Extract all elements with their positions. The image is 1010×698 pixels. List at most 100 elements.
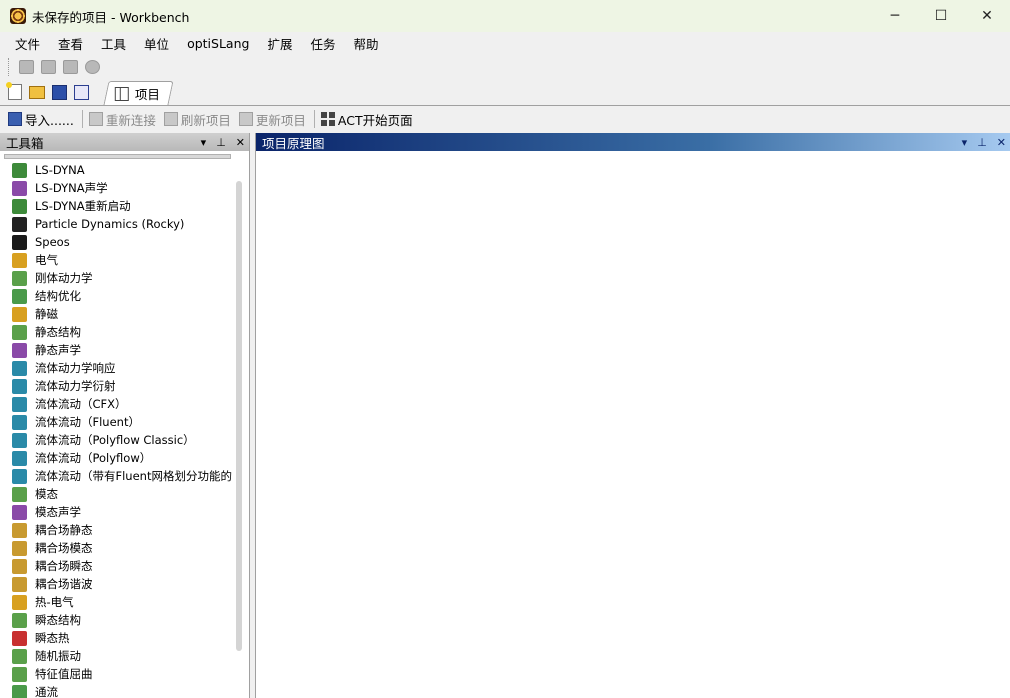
close-button[interactable]: ✕ <box>964 0 1010 32</box>
menu-extensions[interactable]: 扩展 <box>258 34 301 53</box>
menu-view[interactable]: 查看 <box>49 34 92 53</box>
list-item-label: 静磁 <box>35 307 58 321</box>
save-icon[interactable] <box>50 83 68 101</box>
list-item[interactable]: 静态结构 <box>12 323 232 341</box>
list-item-label: 耦合场模态 <box>35 541 93 555</box>
list-item[interactable]: 模态声学 <box>12 503 232 521</box>
refresh-icon <box>163 112 178 126</box>
fluent-meshing-icon <box>12 468 27 484</box>
new-file-icon[interactable] <box>6 82 24 101</box>
menu-optislang[interactable]: optiSLang <box>178 36 258 51</box>
magnetostatic-icon <box>12 306 27 322</box>
list-item[interactable]: 耦合场瞬态 <box>12 557 232 575</box>
list-item[interactable]: 耦合场谐波 <box>12 575 232 593</box>
dropdown-icon[interactable]: ▾ <box>201 136 207 149</box>
list-item[interactable]: 耦合场模态 <box>12 539 232 557</box>
list-item[interactable]: 静磁 <box>12 305 232 323</box>
coupled-transient-icon <box>12 558 27 574</box>
list-item-label: 模态声学 <box>35 505 81 519</box>
list-item[interactable]: 随机振动 <box>12 647 232 665</box>
maximize-button[interactable]: ☐ <box>918 0 964 32</box>
close-icon[interactable]: ✕ <box>997 136 1006 149</box>
list-item[interactable]: 特征值屈曲 <box>12 665 232 683</box>
project-schematic-panel[interactable]: 项目原理图 ▾ ⊥ ✕ <box>255 133 1010 698</box>
ls-dyna-icon <box>12 162 27 178</box>
menu-jobs[interactable]: 任务 <box>301 34 344 53</box>
list-item[interactable]: 瞬态结构 <box>12 611 232 629</box>
polyflow-classic-icon <box>12 432 27 448</box>
random-vibration-icon <box>12 648 27 664</box>
rocky-icon <box>12 216 27 232</box>
refresh-project-button[interactable]: 刷新项目 <box>163 110 231 129</box>
list-item[interactable]: Speos <box>12 233 232 251</box>
list-item[interactable]: 流体流动（带有Fluent网格划分功能的 <box>12 467 232 485</box>
list-item[interactable]: LS-DYNA重新启动 <box>12 197 232 215</box>
list-item[interactable]: LS-DYNA <box>12 161 232 179</box>
list-item-label: 模态 <box>35 487 58 501</box>
dropdown-icon[interactable]: ▾ <box>962 136 968 149</box>
list-item[interactable]: 瞬态热 <box>12 629 232 647</box>
ls-dyna-restart-icon <box>12 198 27 214</box>
list-item[interactable]: 耦合场静态 <box>12 521 232 539</box>
pin-icon[interactable]: ⊥ <box>216 136 226 149</box>
menu-tools[interactable]: 工具 <box>92 34 135 53</box>
reconnect-button[interactable]: 重新连接 <box>88 110 156 129</box>
list-item[interactable]: 通流 <box>12 683 232 698</box>
window-controls: ─ ☐ ✕ <box>872 0 1010 32</box>
list-item[interactable]: 流体动力学衍射 <box>12 377 232 395</box>
menu-file[interactable]: 文件 <box>6 34 49 53</box>
reconnect-icon <box>88 112 103 126</box>
list-item[interactable]: 流体流动（CFX） <box>12 395 232 413</box>
menu-units[interactable]: 单位 <box>135 34 178 53</box>
tab-project[interactable]: 项目 <box>103 81 174 105</box>
speos-icon <box>12 234 27 250</box>
list-item[interactable]: 静态声学 <box>12 341 232 359</box>
list-item-label: LS-DYNA <box>35 163 85 177</box>
list-top-bar <box>4 154 231 159</box>
list-item[interactable]: 流体流动（Polyflow） <box>12 449 232 467</box>
pin-icon[interactable]: ⊥ <box>977 136 987 149</box>
act-start-page-button[interactable]: ACT开始页面 <box>320 110 413 129</box>
coupled-modal-icon <box>12 540 27 556</box>
list-item[interactable]: 流体流动（Polyflow Classic） <box>12 431 232 449</box>
list-item[interactable]: Particle Dynamics (Rocky) <box>12 215 232 233</box>
open-folder-icon[interactable] <box>28 83 46 101</box>
save-as-icon[interactable] <box>72 83 90 101</box>
toolbox-header: 工具箱 ▾ ⊥ ✕ <box>0 133 249 151</box>
acoustics-icon <box>12 180 27 196</box>
list-item-label: 流体动力学响应 <box>35 361 116 375</box>
list-item[interactable]: 刚体动力学 <box>12 269 232 287</box>
report-icon[interactable] <box>39 58 57 76</box>
list-item[interactable]: LS-DYNA声学 <box>12 179 232 197</box>
menu-help[interactable]: 帮助 <box>344 34 387 53</box>
list-item-label: 流体流动（Polyflow Classic） <box>35 433 195 447</box>
toolbar-file: 项目 <box>0 80 1010 106</box>
list-item[interactable]: 热-电气 <box>12 593 232 611</box>
minimize-button[interactable]: ─ <box>872 0 918 32</box>
transient-structural-icon <box>12 612 27 628</box>
thermal-electric-icon <box>12 594 27 610</box>
list-item[interactable]: 流体流动（Fluent） <box>12 413 232 431</box>
list-item-label: 瞬态热 <box>35 631 70 645</box>
toolbox-list: LS-DYNA LS-DYNA声学 LS-DYNA重新启动 Particle Dyna… <box>0 161 249 698</box>
reconnect-label: 重新连接 <box>105 112 156 128</box>
throughflow-icon <box>12 684 27 698</box>
list-item[interactable]: 流体动力学响应 <box>12 359 232 377</box>
toolbox-scrollbar[interactable] <box>236 181 242 651</box>
static-acoustics-icon <box>12 342 27 358</box>
list-item[interactable]: 结构优化 <box>12 287 232 305</box>
static-structural-icon <box>12 324 27 340</box>
update-label: 更新项目 <box>255 112 306 128</box>
close-icon[interactable]: ✕ <box>236 136 245 149</box>
import-button[interactable]: 导入...... <box>8 110 74 129</box>
toolbar-grip[interactable] <box>8 58 11 76</box>
import-icon <box>8 112 22 126</box>
export-icon[interactable] <box>61 58 79 76</box>
update-project-button[interactable]: 更新项目 <box>238 110 306 129</box>
toolbar-separator <box>313 110 315 128</box>
tab-project-label: 项目 <box>134 87 160 102</box>
list-item[interactable]: 模态 <box>12 485 232 503</box>
list-item[interactable]: 电气 <box>12 251 232 269</box>
globe-icon[interactable] <box>83 58 101 76</box>
camera-icon[interactable] <box>17 58 35 76</box>
